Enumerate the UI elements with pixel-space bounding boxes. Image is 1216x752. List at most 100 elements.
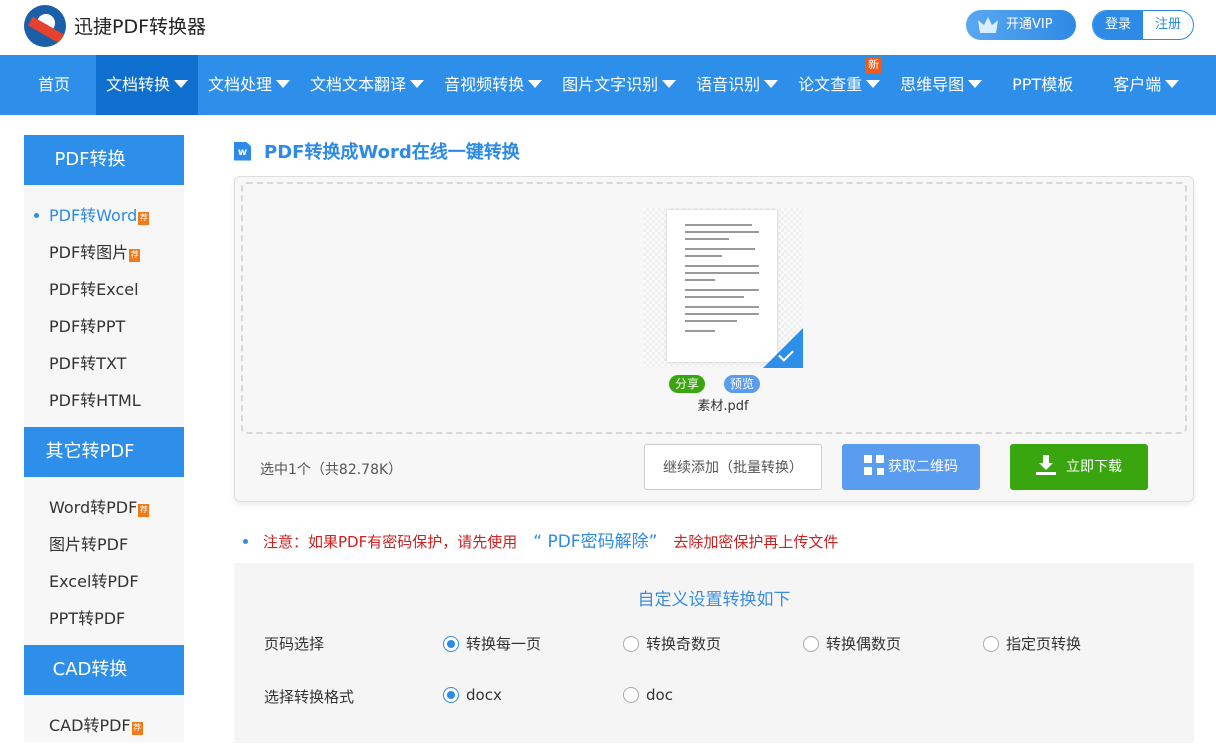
chevron-down-icon (866, 80, 880, 88)
sidebar-item-label: PDF转图片 (49, 243, 128, 262)
conversion-settings: 自定义设置转换如下 页码选择 选择转换格式 转换每一页 转换奇数页 转换偶数页 指定页… (234, 563, 1194, 743)
upload-card: 分享 预览 素材.pdf 选中1个（共82.78K） 继续添加（批量转换） 获取… (234, 176, 1194, 502)
sidebar-item[interactable]: PDF转PPT (24, 308, 184, 345)
sidebar-list: PDF转Word荐PDF转图片荐PDF转ExcelPDF转PPTPDF转TXTP… (24, 185, 184, 427)
pdf-page-preview (667, 210, 777, 362)
nav-item[interactable]: 图片文字识别 (552, 55, 686, 115)
main-content: wPDF转换成Word在线一键转换 分享 预览 素材.pdf 选中1个（共82.… (234, 135, 1194, 502)
nav-item-label: 文档处理 (208, 75, 272, 94)
sidebar-item-label: PDF转Excel (49, 280, 139, 299)
sidebar-item[interactable]: 图片转PDF (24, 526, 184, 563)
sidebar-item[interactable]: PDF转图片荐 (24, 234, 184, 271)
sidebar-item-label: Word转PDF (49, 498, 137, 517)
recommend-badge-icon: 荐 (129, 249, 140, 262)
chevron-down-icon (1165, 80, 1179, 88)
auth-buttons: 登录 注册 (1092, 10, 1194, 40)
nav-item[interactable]: 首页 (28, 55, 96, 115)
nav-item[interactable]: 论文查重新 (788, 55, 890, 115)
notice-prefix: 注意：如果PDF有密码保护，请先使用 (263, 533, 517, 551)
nav-item-label: 音视频转换 (444, 75, 524, 94)
download-button[interactable]: 立即下载 (1010, 444, 1148, 490)
nav-item-label: 论文查重 (798, 75, 862, 94)
sidebar-item-label: 图片转PDF (49, 535, 128, 554)
format-option-label: doc (646, 686, 673, 704)
nav-item-label: 客户端 (1113, 75, 1161, 94)
nav-item[interactable]: 客户端 (1093, 55, 1199, 115)
radio-icon[interactable] (803, 636, 819, 652)
sidebar-group-header[interactable]: CAD转换 (24, 645, 184, 695)
radio-icon[interactable] (443, 636, 459, 652)
nav-item[interactable]: 文档文本翻译 (300, 55, 434, 115)
add-more-button[interactable]: 继续添加（批量转换） (644, 444, 822, 490)
drop-zone[interactable]: 分享 预览 素材.pdf (241, 182, 1187, 434)
nav-item[interactable]: 文档转换 (96, 55, 198, 115)
sidebar-item-label: CAD转PDF (49, 716, 131, 735)
sidebar-item[interactable]: PDF转Excel (24, 271, 184, 308)
login-button[interactable]: 登录 (1093, 11, 1143, 39)
nav-item-label: 文档文本翻译 (310, 75, 406, 94)
download-label: 立即下载 (1066, 459, 1122, 475)
page-option-radio[interactable]: 转换偶数页 (803, 633, 901, 654)
crown-icon (978, 17, 998, 33)
nav-item[interactable]: 语音识别 (686, 55, 788, 115)
nav-item-label: 思维导图 (900, 75, 964, 94)
sidebar-item-label: PPT转PDF (49, 609, 125, 628)
word-icon: w (234, 142, 251, 161)
page-option-label: 指定页转换 (1006, 635, 1081, 653)
page-option-radio[interactable]: 转换奇数页 (623, 633, 721, 654)
nav-item-label: 图片文字识别 (562, 75, 658, 94)
format-option-radio[interactable]: docx (443, 686, 502, 704)
page-option-radio[interactable]: 指定页转换 (983, 633, 1081, 654)
sidebar-item[interactable]: PDF转HTML (24, 382, 184, 419)
chevron-down-icon (528, 80, 542, 88)
nav-item-label: PPT模板 (1012, 75, 1073, 94)
format-option-radio[interactable]: doc (623, 686, 673, 704)
vip-button[interactable]: 开通VIP (966, 10, 1076, 40)
radio-icon[interactable] (443, 687, 459, 703)
qr-code-button[interactable]: 获取二维码 (842, 444, 980, 490)
nav-item[interactable]: 思维导图 (890, 55, 992, 115)
logo-icon[interactable] (24, 5, 66, 47)
sidebar-group-header[interactable]: 其它转PDF (24, 427, 184, 477)
sidebar-item-label: PDF转Word (49, 206, 137, 225)
page-selection-label: 页码选择 (264, 633, 324, 654)
sidebar-item[interactable]: Word转PDF荐 (24, 489, 184, 526)
radio-icon[interactable] (623, 687, 639, 703)
notice-suffix: 去除加密保护再上传文件 (673, 533, 838, 551)
radio-icon[interactable] (623, 636, 639, 652)
password-notice: 注意：如果PDF有密码保护，请先使用 “ PDF密码解除” 去除加密保护再上传文件 (234, 527, 838, 552)
pdf-unlock-link[interactable]: “ PDF密码解除” (533, 532, 657, 552)
main-nav: 首页文档转换文档处理文档文本翻译音视频转换图片文字识别语音识别论文查重新思维导图… (0, 55, 1216, 115)
recommend-badge-icon: 荐 (138, 504, 149, 517)
sidebar-group-header[interactable]: PDF转换 (24, 135, 184, 185)
format-label: 选择转换格式 (264, 686, 354, 707)
file-thumbnail[interactable] (643, 208, 803, 368)
nav-item[interactable]: 音视频转换 (434, 55, 552, 115)
radio-icon[interactable] (983, 636, 999, 652)
qr-label: 获取二维码 (888, 459, 958, 475)
new-badge: 新 (865, 57, 882, 73)
sidebar-item[interactable]: PDF转Word荐 (24, 197, 184, 234)
page-option-radio[interactable]: 转换每一页 (443, 633, 541, 654)
page-option-label: 转换每一页 (466, 635, 541, 653)
settings-title: 自定义设置转换如下 (234, 585, 1194, 610)
preview-button[interactable]: 预览 (724, 375, 760, 393)
sidebar-item[interactable]: PDF转TXT (24, 345, 184, 382)
sidebar-item-label: PDF转TXT (49, 354, 126, 373)
recommend-badge-icon: 荐 (138, 212, 149, 225)
sidebar: PDF转换PDF转Word荐PDF转图片荐PDF转ExcelPDF转PPTPDF… (24, 135, 184, 742)
chevron-down-icon (174, 80, 188, 88)
qr-code-icon (864, 455, 884, 475)
sidebar-item-label: Excel转PDF (49, 572, 139, 591)
nav-item[interactable]: 文档处理 (198, 55, 300, 115)
chevron-down-icon (764, 80, 778, 88)
brand-name[interactable]: 迅捷PDF转换器 (74, 12, 206, 39)
sidebar-item[interactable]: Excel转PDF (24, 563, 184, 600)
sidebar-item[interactable]: PPT转PDF (24, 600, 184, 637)
page-option-label: 转换奇数页 (646, 635, 721, 653)
nav-item[interactable]: PPT模板 (992, 55, 1093, 115)
sidebar-item-label: PDF转HTML (49, 391, 141, 410)
sidebar-item[interactable]: CAD转PDF荐 (24, 707, 184, 744)
share-button[interactable]: 分享 (669, 375, 705, 393)
register-button[interactable]: 注册 (1143, 11, 1193, 39)
